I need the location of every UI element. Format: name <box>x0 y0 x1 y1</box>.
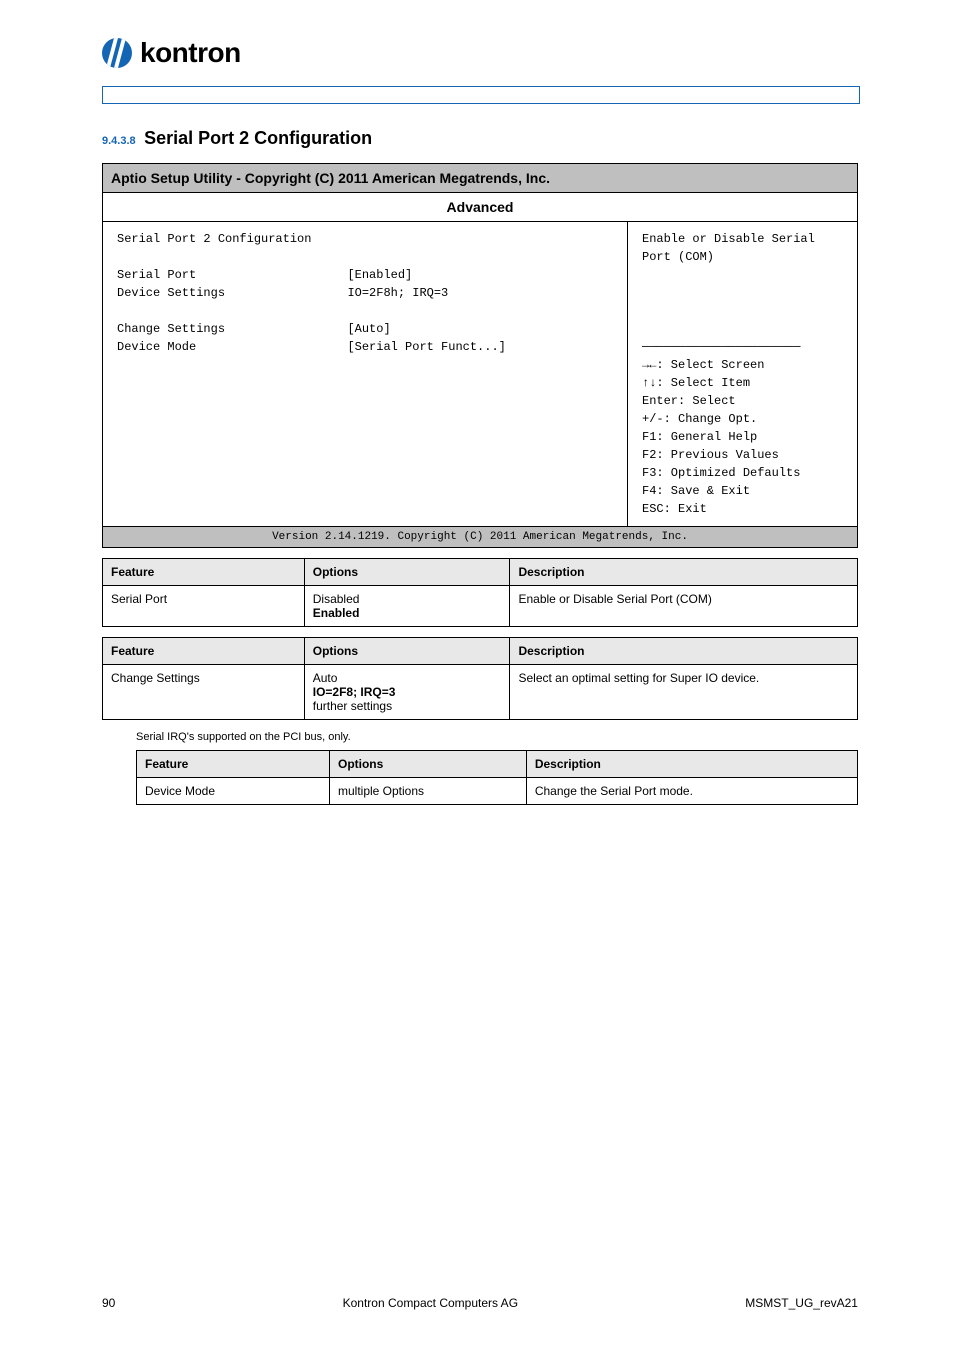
feature-cell: Change Settings <box>103 665 305 720</box>
bios-footer: Version 2.14.1219. Copyright (C) 2011 Am… <box>103 527 858 548</box>
table-row: Device Modemultiple OptionsChange the Se… <box>137 778 858 805</box>
bios-tab: Advanced <box>103 193 858 222</box>
bios-header: Aptio Setup Utility - Copyright (C) 2011… <box>103 164 858 193</box>
options-cell: AutoIO=2F8; IRQ=3further settings <box>304 665 510 720</box>
description-cell: Change the Serial Port mode. <box>526 778 857 805</box>
option-table-change-settings: FeatureOptionsDescriptionChange Settings… <box>102 637 858 720</box>
options-cell: multiple Options <box>329 778 526 805</box>
table-header: Options <box>304 559 510 586</box>
sub-table-block: Serial IRQ's supported on the PCI bus, o… <box>136 730 858 805</box>
options-cell: DisabledEnabled <box>304 586 510 627</box>
description-cell: Enable or Disable Serial Port (COM) <box>510 586 858 627</box>
table-header: Options <box>304 638 510 665</box>
section-heading: 9.4.3.8 Serial Port 2 Configuration <box>102 128 858 155</box>
bios-tab-row: Advanced <box>103 193 858 222</box>
footer-page-number: 90 <box>102 1296 115 1310</box>
table-header: Feature <box>137 751 330 778</box>
option-table-serial-port: FeatureOptionsDescriptionSerial PortDisa… <box>102 558 858 627</box>
sub-note: Serial IRQ's supported on the PCI bus, o… <box>136 730 858 744</box>
section-number: 9.4.3.8 <box>102 135 136 147</box>
feature-cell: Serial Port <box>103 586 305 627</box>
table-row: Serial PortDisabledEnabledEnable or Disa… <box>103 586 858 627</box>
bios-body-row: Serial Port 2 Configuration Serial Port … <box>103 222 858 527</box>
table-header: Feature <box>103 559 305 586</box>
header-divider <box>102 86 860 104</box>
table-header: Description <box>510 638 858 665</box>
bios-left-panel: Serial Port 2 Configuration Serial Port … <box>103 222 628 527</box>
footer-doc-id: MSMST_UG_revA21 <box>745 1296 858 1310</box>
logo: kontron <box>102 30 858 76</box>
table-row: Change SettingsAutoIO=2F8; IRQ=3further … <box>103 665 858 720</box>
footer-company: Kontron Compact Computers AG <box>343 1296 518 1310</box>
page-footer: 90 Kontron Compact Computers AG MSMST_UG… <box>102 1296 858 1310</box>
feature-cell: Device Mode <box>137 778 330 805</box>
table-header: Description <box>510 559 858 586</box>
table-header: Description <box>526 751 857 778</box>
bios-screen-table: Aptio Setup Utility - Copyright (C) 2011… <box>102 163 858 548</box>
table-header: Feature <box>103 638 305 665</box>
section-title: Serial Port 2 Configuration <box>144 128 372 149</box>
bios-footer-row: Version 2.14.1219. Copyright (C) 2011 Am… <box>103 527 858 548</box>
description-cell: Select an optimal setting for Super IO d… <box>510 665 858 720</box>
option-table-device-mode: FeatureOptionsDescriptionDevice Modemult… <box>136 750 858 805</box>
bios-header-row: Aptio Setup Utility - Copyright (C) 2011… <box>103 164 858 193</box>
bios-right-panel: Enable or Disable Serial Port (COM) ────… <box>628 222 858 527</box>
logo-text: kontron <box>140 37 241 69</box>
kontron-icon <box>102 38 132 68</box>
table-header: Options <box>329 751 526 778</box>
